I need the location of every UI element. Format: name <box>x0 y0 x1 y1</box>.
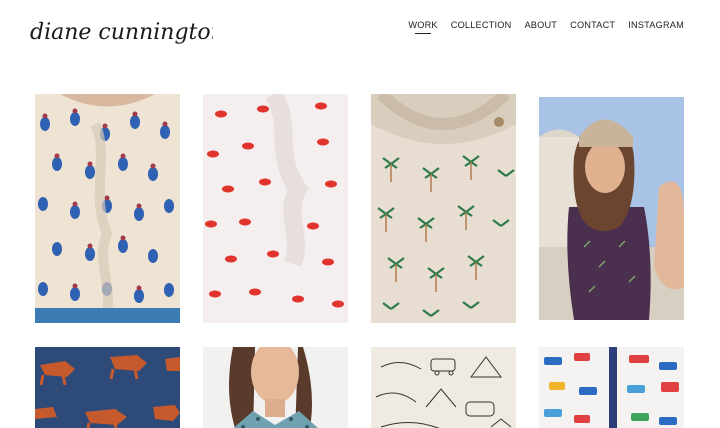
gallery-tile-cars-pattern[interactable] <box>539 347 684 428</box>
gallery-tile-pineapple-blouse[interactable] <box>35 94 180 323</box>
woman-collar-photo <box>203 347 348 428</box>
gallery-tile-travel-sketch[interactable] <box>371 347 516 428</box>
fox-pattern-image <box>35 347 180 428</box>
gallery-tile-woman-collar[interactable] <box>203 347 348 428</box>
nav-collection[interactable]: COLLECTION <box>451 19 512 31</box>
nav-contact[interactable]: CONTACT <box>570 19 615 31</box>
cars-pattern-image <box>539 347 684 428</box>
gallery-tile-palm-sweatshirt[interactable] <box>371 94 516 323</box>
main-nav: WORK COLLECTION ABOUT CONTACT INSTAGRAM <box>408 19 684 34</box>
svg-text:diane cunnington: diane cunnington <box>30 20 213 45</box>
site-header: diane cunnington WORK COLLECTION ABOUT C… <box>0 0 720 60</box>
nav-work[interactable]: WORK <box>408 19 438 34</box>
lips-print-image <box>203 94 348 323</box>
logo[interactable]: diane cunnington <box>28 10 225 50</box>
palm-print-image <box>371 94 516 323</box>
gallery-tile-fox-pattern[interactable] <box>35 347 180 428</box>
gallery-tile-lips-dress[interactable] <box>203 94 348 323</box>
logo-wordmark: diane cunnington <box>30 20 225 45</box>
nav-instagram[interactable]: INSTAGRAM <box>628 19 684 31</box>
pineapple-print-image <box>35 94 180 323</box>
travel-sketch-image <box>371 347 516 428</box>
gallery-tile-girl-beanie[interactable] <box>539 97 684 320</box>
girl-beanie-photo <box>539 97 684 320</box>
nav-about[interactable]: ABOUT <box>524 19 557 31</box>
